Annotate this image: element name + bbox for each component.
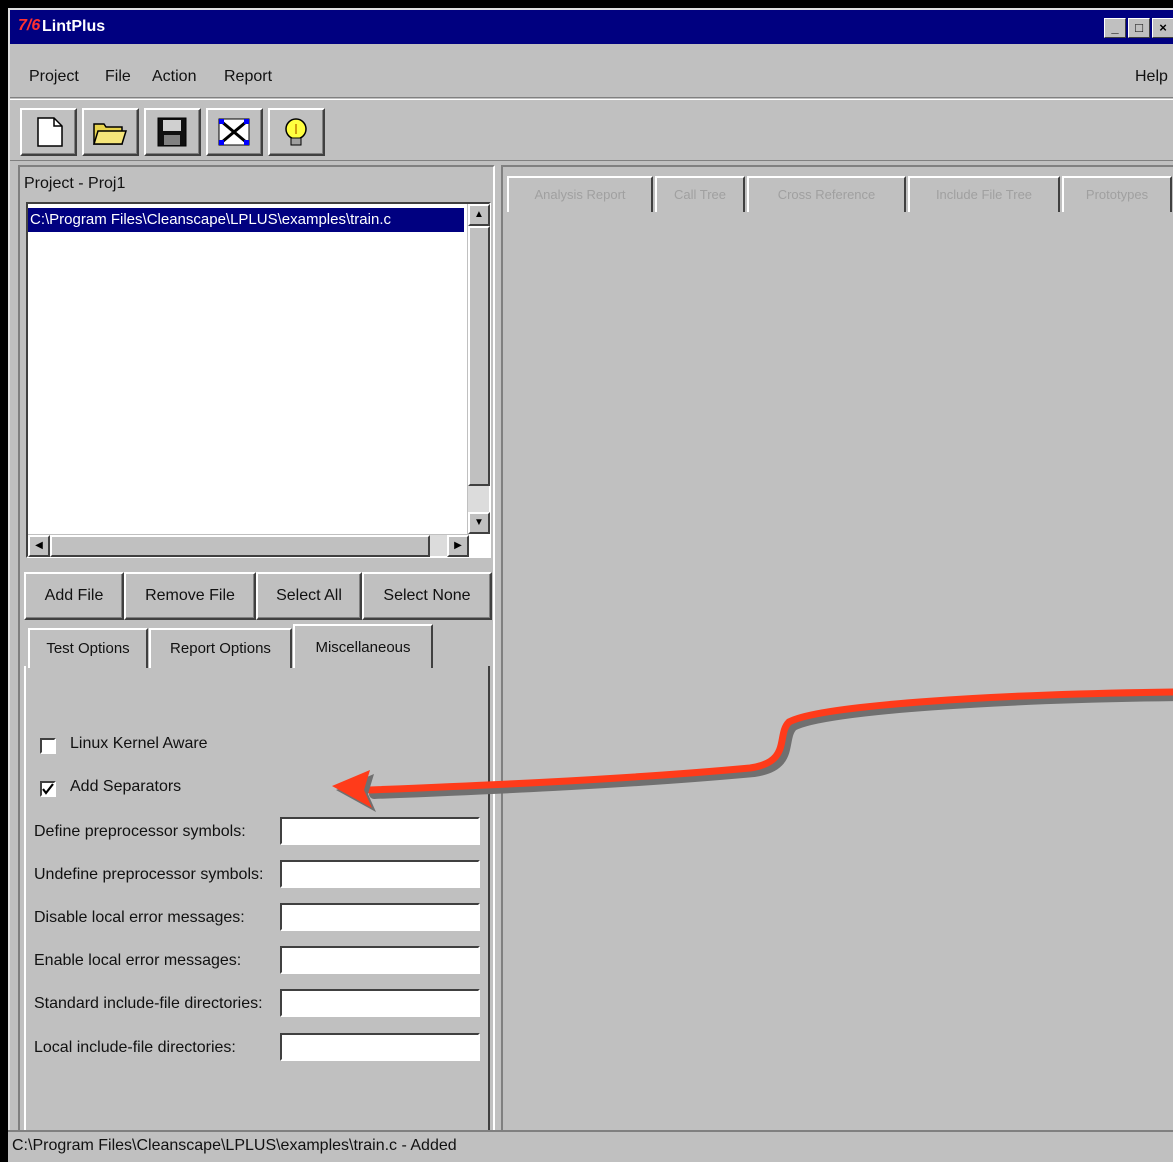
list-item[interactable]: C:\Program Files\Cleanscape\LPLUS\exampl…: [28, 208, 464, 232]
menu-file[interactable]: File: [105, 68, 131, 86]
undefine-symbols-input[interactable]: [280, 860, 480, 888]
status-text: C:\Program Files\Cleanscape\LPLUS\exampl…: [12, 1137, 457, 1154]
open-button[interactable]: [82, 108, 139, 156]
maximize-button[interactable]: □: [1128, 18, 1150, 38]
new-button[interactable]: [20, 108, 77, 156]
scroll-right-icon[interactable]: ▶: [447, 535, 469, 557]
lightbulb-icon: [285, 118, 307, 146]
remove-file-button[interactable]: Remove File: [124, 572, 256, 620]
menu-bar: Project File Action Report Help: [10, 44, 1173, 98]
scroll-left-icon[interactable]: ◀: [28, 535, 50, 557]
add-separators-label: Add Separators: [70, 778, 182, 795]
tab-include-file-tree[interactable]: Include File Tree: [908, 176, 1060, 212]
add-separators-checkbox[interactable]: [40, 781, 56, 797]
enable-local-errors-input[interactable]: [280, 946, 480, 974]
run-button[interactable]: [268, 108, 325, 156]
tab-test-options[interactable]: Test Options: [28, 628, 148, 668]
vertical-scrollbar[interactable]: ▲ ▼: [467, 204, 490, 534]
select-all-button[interactable]: Select All: [256, 572, 362, 620]
tab-prototypes[interactable]: Prototypes: [1062, 176, 1172, 212]
report-pane: [501, 165, 1173, 1132]
define-symbols-input[interactable]: [280, 817, 480, 845]
horizontal-scrollbar[interactable]: ◀ ▶: [28, 534, 469, 557]
minimize-button[interactable]: _: [1104, 18, 1126, 38]
project-file-list[interactable]: C:\Program Files\Cleanscape\LPLUS\exampl…: [26, 202, 491, 558]
open-folder-icon: [92, 123, 128, 145]
app-logo-icon: 7/6: [18, 17, 41, 34]
tab-call-tree[interactable]: Call Tree: [655, 176, 745, 212]
local-include-dirs-input[interactable]: [280, 1033, 480, 1061]
disable-local-errors-input[interactable]: [280, 903, 480, 931]
menu-report[interactable]: Report: [224, 68, 272, 86]
enable-local-errors-label: Enable local error messages:: [34, 952, 242, 969]
scroll-down-icon[interactable]: ▼: [468, 512, 490, 534]
title-bar: 7/6 LintPlus _ □ ×: [10, 10, 1173, 44]
disable-local-errors-label: Disable local error messages:: [34, 909, 245, 926]
tab-analysis-report[interactable]: Analysis Report: [507, 176, 653, 212]
vertical-scroll-thumb[interactable]: [468, 226, 490, 486]
undefine-symbols-label: Undefine preprocessor symbols:: [34, 866, 264, 883]
checkmark-icon: [42, 783, 54, 795]
new-file-icon: [37, 117, 63, 147]
linux-kernel-aware-label: Linux Kernel Aware: [70, 735, 208, 752]
project-label: Project - Proj1: [24, 175, 126, 192]
select-none-button[interactable]: Select None: [362, 572, 492, 620]
define-symbols-label: Define preprocessor symbols:: [34, 823, 246, 840]
add-file-button[interactable]: Add File: [24, 572, 124, 620]
window-title: LintPlus: [42, 18, 106, 35]
close-button[interactable]: ×: [1152, 18, 1173, 38]
save-button[interactable]: [144, 108, 201, 156]
menu-action[interactable]: Action: [152, 68, 196, 86]
menu-help[interactable]: Help: [1135, 68, 1168, 86]
menu-project[interactable]: Project: [29, 68, 79, 86]
fit-view-button[interactable]: [206, 108, 263, 156]
toolbar: [10, 99, 1173, 161]
scroll-up-icon[interactable]: ▲: [468, 204, 490, 226]
tab-miscellaneous[interactable]: Miscellaneous: [293, 624, 433, 668]
tab-report-options[interactable]: Report Options: [149, 628, 292, 668]
standard-include-dirs-input[interactable]: [280, 989, 480, 1017]
standard-include-dirs-label: Standard include-file directories:: [34, 995, 263, 1012]
fit-view-icon: [218, 118, 250, 146]
linux-kernel-aware-checkbox[interactable]: [40, 738, 56, 754]
status-bar: C:\Program Files\Cleanscape\LPLUS\exampl…: [8, 1130, 1173, 1162]
save-icon: [157, 117, 187, 147]
tab-cross-reference[interactable]: Cross Reference: [747, 176, 906, 212]
app-window: 7/6 LintPlus _ □ × Project File Action R…: [8, 8, 1173, 1162]
horizontal-scroll-thumb[interactable]: [50, 535, 430, 557]
local-include-dirs-label: Local include-file directories:: [34, 1039, 236, 1056]
